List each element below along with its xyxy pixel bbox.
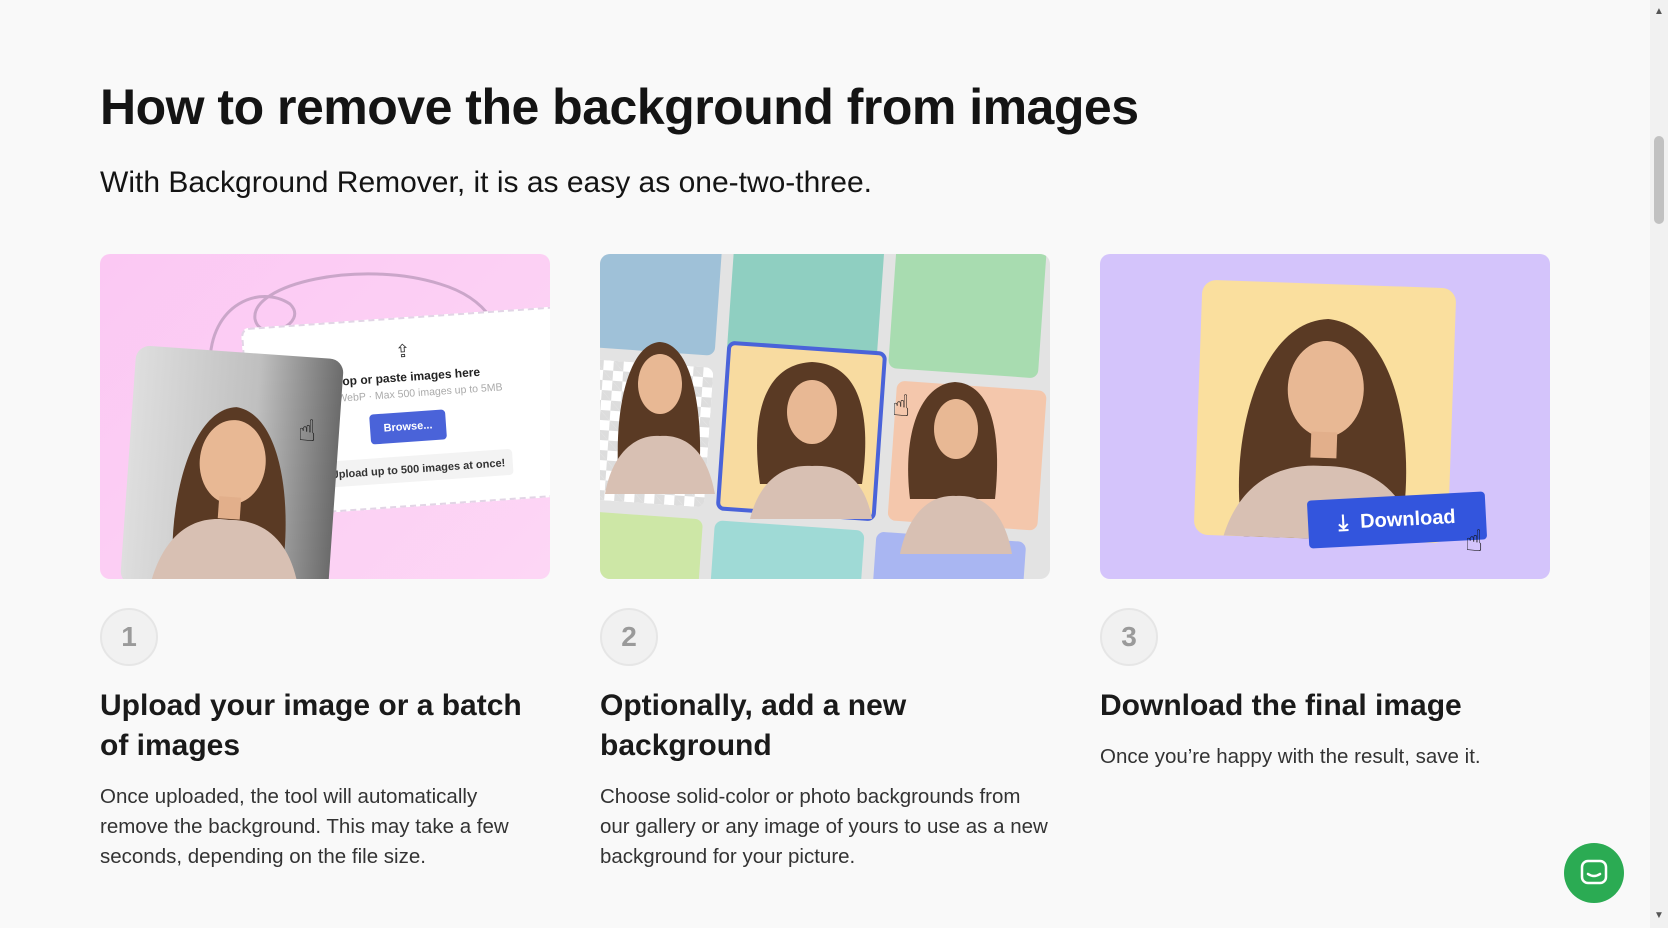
step-1-illustration: ⇪ Drop or paste images here PNG, WebP · … xyxy=(100,254,550,579)
chat-widget-button[interactable] xyxy=(1564,843,1624,903)
woman-portraits xyxy=(605,342,1012,554)
scroll-down-arrow-icon[interactable]: ▼ xyxy=(1650,908,1668,924)
step-2: ☝ 2 Optionally, add a new background Cho… xyxy=(600,254,1050,868)
step-2-illustration: ☝ xyxy=(600,254,1050,579)
step-3-illustration: ⤓ Download ☝ xyxy=(1100,254,1550,579)
step-description: Once you’re happy with the result, save … xyxy=(1100,745,1481,768)
section-subtitle: With Background Remover, it is as easy a… xyxy=(100,166,873,199)
upload-note-text: Upload up to 500 images at once! xyxy=(330,457,506,482)
step-number: 1 xyxy=(100,608,158,666)
hand-cursor-icon: ☝ xyxy=(1465,525,1484,558)
hand-cursor-icon: ☝ xyxy=(298,415,317,448)
step-number: 2 xyxy=(600,608,658,666)
step-3: ⤓ Download ☝ 3 Download the final image … xyxy=(1100,254,1550,768)
step-number: 3 xyxy=(1100,608,1158,666)
scroll-up-arrow-icon[interactable]: ▲ xyxy=(1650,4,1668,20)
upload-note: ⓘ Upload up to 500 images at once! xyxy=(307,448,515,489)
vertical-scrollbar[interactable]: ▲ ▼ xyxy=(1650,0,1668,928)
download-button: ⤓ Download xyxy=(1306,491,1488,549)
sample-photo xyxy=(119,345,345,579)
woman-portrait xyxy=(149,407,300,579)
scrollbar-thumb[interactable] xyxy=(1654,136,1664,224)
step-1: ⇪ Drop or paste images here PNG, WebP · … xyxy=(100,254,550,868)
step-description: Once uploaded, the tool will automatical… xyxy=(100,785,509,868)
hand-cursor-icon: ☝ xyxy=(892,390,911,423)
chat-icon xyxy=(1580,859,1608,885)
step-title: Download the final image xyxy=(1100,689,1462,722)
step-description: Choose solid-color or photo backgrounds … xyxy=(600,785,1048,868)
section-title: How to remove the background from images xyxy=(100,79,1139,135)
download-label: Download xyxy=(1359,505,1457,533)
step-title: Optionally, add a new background xyxy=(600,689,907,762)
step-title: Upload your image or a batch of images xyxy=(100,689,522,762)
browse-button: Browse... xyxy=(368,409,448,445)
download-icon: ⤓ xyxy=(1337,509,1349,536)
page: How to remove the background from images… xyxy=(0,0,1650,928)
